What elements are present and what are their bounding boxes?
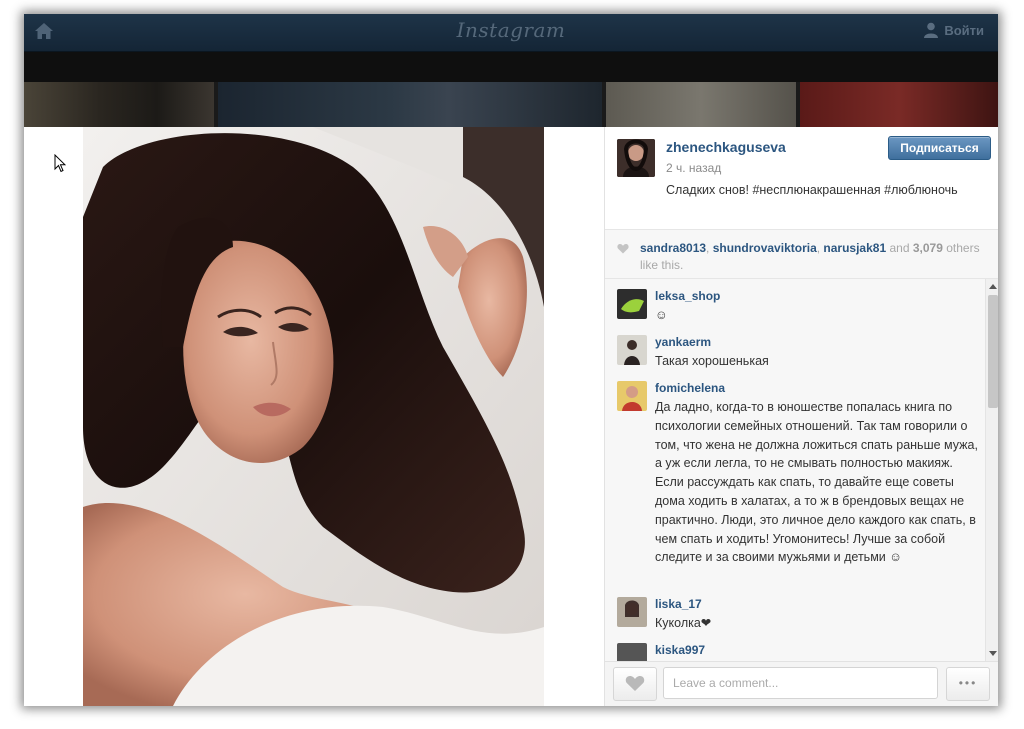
- feed-thumbnail: [24, 82, 214, 127]
- like-button[interactable]: [613, 667, 657, 701]
- avatar-image: [617, 597, 647, 627]
- feed-thumbnail: [218, 82, 602, 127]
- comments-list: leksa_shop ☺ yankaerm Такая хорошенькая: [605, 279, 998, 661]
- comment-text: Куколка❤: [655, 616, 712, 630]
- heart-icon: [625, 676, 645, 691]
- likes-summary: sandra8013, shundrovaviktoria, narusjak8…: [605, 230, 998, 279]
- comment-username[interactable]: kiska997: [655, 643, 705, 657]
- login-link[interactable]: Войти: [924, 22, 984, 38]
- likes-count[interactable]: 3,079: [913, 241, 943, 255]
- comment-username[interactable]: leksa_shop: [655, 289, 720, 303]
- post-caption: Сладких снов! #несплюнакрашенная #люблюн…: [666, 180, 966, 200]
- comment-username[interactable]: yankaerm: [655, 335, 711, 349]
- likes-and: and: [889, 241, 910, 255]
- caption-hashtags[interactable]: #несплюнакрашенная #люблюночь: [752, 183, 957, 197]
- avatar[interactable]: [617, 139, 655, 177]
- liker-link[interactable]: shundrovaviktoria: [713, 241, 817, 255]
- instagram-logo[interactable]: Instagram: [24, 18, 998, 42]
- post-username[interactable]: zhenechkaguseva: [666, 139, 786, 155]
- comments-scrollbar[interactable]: [985, 279, 998, 661]
- comment-text: Да ладно, когда-то в юношестве попалась …: [655, 400, 978, 565]
- commenter-avatar[interactable]: [617, 289, 647, 319]
- comment-text: ☺: [655, 308, 668, 322]
- liker-link[interactable]: sandra8013: [640, 241, 706, 255]
- more-options-button[interactable]: •••: [946, 667, 990, 701]
- comment-input[interactable]: [663, 667, 938, 699]
- avatar-image: [617, 139, 655, 177]
- commenter-avatar[interactable]: [617, 597, 647, 627]
- photo-image: [83, 127, 544, 706]
- commenter-avatar[interactable]: [617, 643, 647, 661]
- scrollbar-thumb[interactable]: [988, 295, 998, 408]
- scroll-down-arrow-icon[interactable]: [989, 651, 997, 656]
- comment-username[interactable]: liska_17: [655, 597, 702, 611]
- follow-button[interactable]: Подписаться: [888, 136, 991, 160]
- comment-bar: •••: [605, 661, 998, 706]
- post-photo[interactable]: [83, 127, 544, 706]
- comment-text: Такая хорошенькая: [655, 354, 769, 368]
- avatar-image: [617, 643, 647, 661]
- post-timestamp: 2 ч. назад: [666, 161, 722, 175]
- avatar-image: [617, 381, 647, 411]
- top-nav-bar: Instagram Войти: [24, 14, 998, 52]
- caption-text: Сладких снов!: [666, 183, 749, 197]
- feed-thumbnail: [606, 82, 796, 127]
- browser-window: Instagram Войти zhenechkaguseva 2 ч. наз…: [24, 14, 998, 706]
- comment-username[interactable]: fomichelena: [655, 381, 725, 395]
- scroll-up-arrow-icon[interactable]: [989, 284, 997, 289]
- background-band: [24, 52, 998, 82]
- user-icon: [924, 22, 939, 38]
- liker-link[interactable]: narusjak81: [823, 241, 886, 255]
- feed-thumbnail: [800, 82, 998, 127]
- background-feed: [24, 82, 998, 127]
- commenter-avatar[interactable]: [617, 335, 647, 365]
- avatar-image: [617, 335, 647, 365]
- post-modal: zhenechkaguseva 2 ч. назад Сладких снов!…: [24, 127, 998, 706]
- avatar-image: [617, 289, 647, 319]
- mouse-cursor-icon: [54, 154, 66, 173]
- post-details-panel: zhenechkaguseva 2 ч. назад Сладких снов!…: [604, 127, 998, 706]
- commenter-avatar[interactable]: [617, 381, 647, 411]
- likes-text: sandra8013, shundrovaviktoria, narusjak8…: [640, 241, 980, 272]
- login-label: Войти: [944, 22, 984, 38]
- heart-icon: [617, 244, 629, 254]
